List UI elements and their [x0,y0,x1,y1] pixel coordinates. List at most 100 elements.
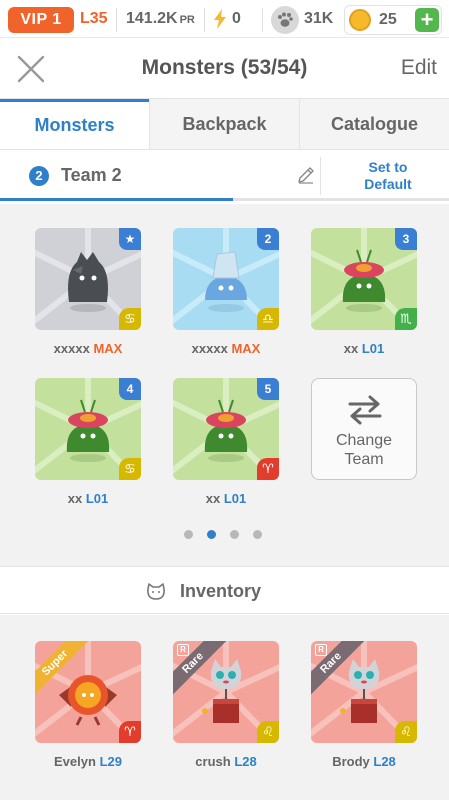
inventory-caption: crush L28 [161,754,291,769]
change-team-label: Change Team [312,431,416,469]
team-slot-caption: xx L01 [161,491,291,506]
monster-name: xx [205,491,221,506]
tab-monsters[interactable]: Monsters [0,99,149,149]
zodiac-leo-icon: ♌ [257,721,279,743]
monster-name: xxxxx [53,341,90,356]
page-dot[interactable] [253,530,262,539]
team-slot-caption: xx L01 [23,491,153,506]
energy-counter[interactable]: 0 [214,9,241,29]
team-name[interactable]: Team 2 [61,165,122,186]
tab-backpack[interactable]: Backpack [149,99,299,149]
page-title: Monsters (53/54) [141,56,308,79]
page-indicator [184,530,276,539]
edit-button[interactable]: Edit [401,56,437,80]
set-default-line1: Set to [368,159,408,175]
power-rating: 141.2K PR [126,10,195,28]
coin-icon [349,9,371,31]
monster-level: L28 [373,754,396,769]
slot-number-badge: 5 [257,378,279,400]
star-badge: ★ [119,228,141,250]
zodiac-cancer-icon: ♋ [119,308,141,330]
zodiac-aries-icon: ♈ [257,458,279,480]
inventory-item-brody[interactable]: Rare R ♌ [311,641,417,743]
monster-rock-icon [68,252,108,312]
lightning-icon [214,9,226,29]
team-slot-2[interactable]: 2 ♎ [173,228,279,330]
paw-icon [271,6,299,34]
page-dot[interactable] [230,530,239,539]
player-level: L35 [80,10,108,27]
pencil-icon[interactable] [296,165,316,185]
energy-value: 0 [232,10,241,27]
power-unit: PR [179,14,195,26]
monster-name: xxxxx [191,341,228,356]
monster-level: L28 [234,754,257,769]
monster-name: xx [343,341,359,356]
team-bar: 2 Team 2 Set to Default [0,151,449,201]
zodiac-cancer-icon: ♋ [119,458,141,480]
power-value: 141.2K [126,10,178,27]
team-slot-caption: xxxxx MAX [161,341,291,356]
inventory-grid: Super ♈ Evelyn L29 Rare R ♌ crush L28 Ra… [0,615,449,800]
zodiac-scorpio-icon: ♏ [395,308,417,330]
monster-flower-icon [66,399,110,462]
team-underline [0,198,233,201]
paw-value: 31K [304,10,334,27]
header: Monsters (53/54) Edit [0,38,449,98]
page-dot-active[interactable] [207,530,216,539]
change-team-line1: Change [335,432,393,449]
monster-level: L01 [361,341,385,356]
cat-face-icon [147,583,165,600]
set-default-button[interactable]: Set to Default [340,159,436,193]
tab-bar: Monsters Backpack Catalogue [0,98,449,150]
coin-value: 25 [379,11,397,28]
team-slot-caption: xx L01 [299,341,429,356]
monster-name: Evelyn [54,754,96,769]
vip-badge[interactable]: VIP 1 [8,7,74,33]
rarity-tag: R [315,644,327,656]
set-default-line2: Default [364,176,412,192]
inventory-caption: Brody L28 [299,754,429,769]
add-coins-button[interactable]: + [415,8,439,32]
divider [320,157,321,195]
zodiac-leo-icon: ♌ [395,721,417,743]
coin-counter[interactable]: 25 + [344,5,442,35]
team-number-badge: 2 [29,166,49,186]
monster-ice-icon [205,251,247,312]
swap-icon [348,395,382,425]
inventory-header[interactable]: Inventory [0,566,449,614]
divider [116,8,117,32]
tab-catalogue[interactable]: Catalogue [299,99,449,149]
change-team-button[interactable]: Change Team [311,378,417,480]
monster-flower-icon [342,249,386,312]
monster-level: MAX [93,341,123,356]
team-slot-3[interactable]: 3 ♏ [311,228,417,330]
team-grid: ★ ♋ xxxxx MAX 2 ♎ xxxxx MAX 3 ♏ xx L01 4… [0,204,449,566]
inventory-item-crush[interactable]: Rare R ♌ [173,641,279,743]
change-team-line2: Team [344,451,384,468]
team-slot-1[interactable]: ★ ♋ [35,228,141,330]
inventory-caption: Evelyn L29 [23,754,153,769]
slot-number-badge: 2 [257,228,279,250]
monster-level: L01 [85,491,109,506]
team-slot-caption: xxxxx MAX [23,341,153,356]
monster-level: L01 [223,491,247,506]
status-bar: VIP 1 L35 141.2K PR 0 31K 25 + [0,0,449,38]
slot-number-badge: 4 [119,378,141,400]
monster-name: Brody [332,754,370,769]
monster-level: MAX [231,341,261,356]
monster-name: xx [67,491,83,506]
divider [262,8,263,32]
inventory-item-evelyn[interactable]: Super ♈ [35,641,141,743]
team-slot-4[interactable]: 4 ♋ [35,378,141,480]
page-dot[interactable] [184,530,193,539]
team-slot-5[interactable]: 5 ♈ [173,378,279,480]
zodiac-aries-icon: ♈ [119,721,141,743]
slot-number-badge: 3 [395,228,417,250]
divider [204,8,205,32]
inventory-title: Inventory [180,581,262,601]
rarity-tag: R [177,644,189,656]
monster-level: L29 [99,754,122,769]
monster-flower-icon [204,399,248,462]
monster-name: crush [195,754,231,769]
